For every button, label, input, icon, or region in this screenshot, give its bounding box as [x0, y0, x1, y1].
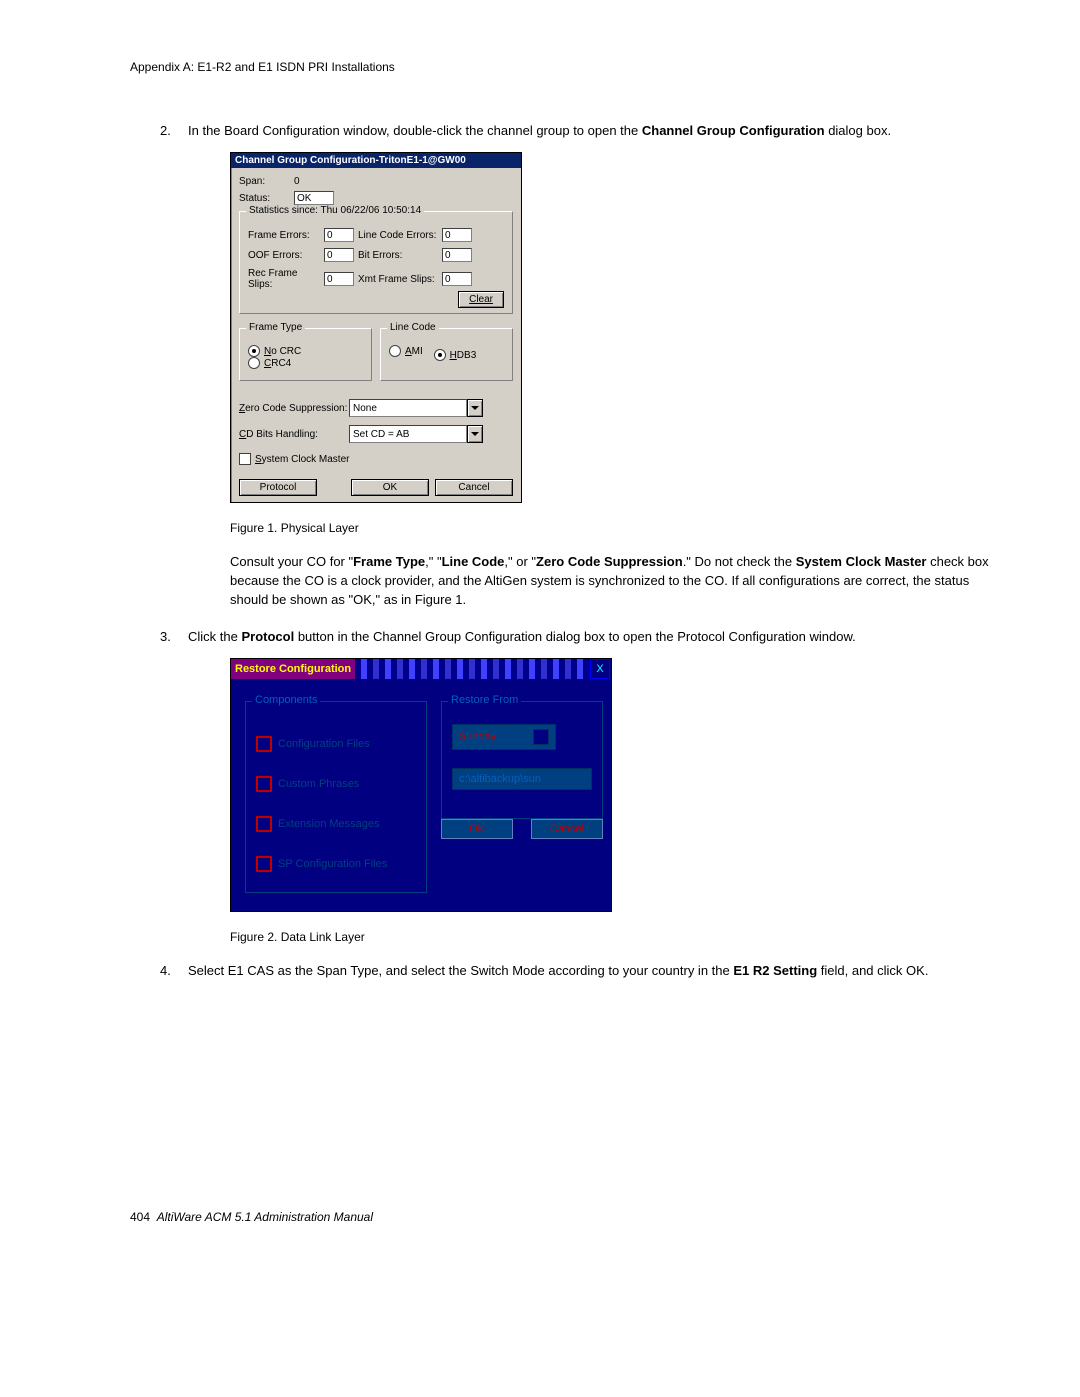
day-dropdown[interactable]: Sunday [452, 724, 556, 750]
restore-ok-button[interactable]: OK [441, 819, 513, 839]
ami-radio[interactable]: AMI [389, 345, 423, 357]
oof-errors-label: OOF Errors: [248, 250, 320, 261]
bit-errors-field: 0 [442, 248, 472, 262]
rec-slips-label: Rec Frame Slips: [248, 268, 320, 290]
line-code-errors-field: 0 [442, 228, 472, 242]
cd-value: Set CD = AB [349, 425, 467, 443]
chevron-down-icon[interactable] [533, 729, 549, 745]
components-group: Components Configuration Files Custom Ph… [245, 701, 427, 893]
status-label: Status: [239, 193, 294, 204]
restore-titlebar: Restore Configuration X [231, 659, 611, 679]
hdb3-radio[interactable]: HDB3 [434, 349, 477, 361]
step-4-text: Select E1 CAS as the Span Type, and sele… [188, 962, 990, 980]
step-3-number: 3. [160, 628, 188, 646]
path-field: c:\altibackup\sun [452, 768, 592, 790]
cancel-button[interactable]: Cancel [435, 479, 513, 496]
rec-slips-field: 0 [324, 272, 354, 286]
clear-button[interactable]: Clear [458, 291, 504, 308]
step-3-text: Click the Protocol button in the Channel… [188, 628, 990, 646]
config-files-checkbox[interactable]: Configuration Files [256, 736, 416, 752]
xmt-slips-field: 0 [442, 272, 472, 286]
zcs-label: Zero Code Suppression: [239, 403, 349, 414]
nocrc-radio[interactable]: No CRC [248, 345, 301, 357]
chevron-down-icon[interactable] [467, 425, 483, 443]
xmt-slips-label: Xmt Frame Slips: [358, 274, 438, 285]
restore-configuration-dialog: Restore Configuration X Components Confi… [230, 658, 612, 912]
close-icon[interactable]: X [590, 659, 610, 679]
paragraph-1: Consult your CO for "Frame Type," "Line … [230, 553, 990, 610]
system-clock-master-checkbox[interactable]: System Clock Master [239, 453, 349, 465]
chevron-down-icon[interactable] [467, 399, 483, 417]
line-code-errors-label: Line Code Errors: [358, 230, 438, 241]
dialog-titlebar: Channel Group Configuration-TritonE1-1@G… [231, 153, 521, 168]
page-header: Appendix A: E1-R2 and E1 ISDN PRI Instal… [130, 60, 990, 74]
span-label: Span: [239, 176, 294, 187]
frame-errors-label: Frame Errors: [248, 230, 320, 241]
cd-label: CD Bits Handling: [239, 429, 349, 440]
figure-1-caption: Figure 1. Physical Layer [230, 521, 990, 535]
page-number: 404 [130, 1210, 150, 1224]
status-field: OK [294, 191, 334, 205]
figure-2-caption: Figure 2. Data Link Layer [230, 930, 990, 944]
zcs-value: None [349, 399, 467, 417]
step-4: 4. Select E1 CAS as the Span Type, and s… [160, 962, 990, 980]
page-footer: 404 AltiWare ACM 5.1 Administration Manu… [130, 1210, 990, 1224]
zcs-dropdown[interactable]: None [349, 399, 483, 417]
span-value: 0 [294, 176, 300, 187]
protocol-button[interactable]: Protocol [239, 479, 317, 496]
cd-dropdown[interactable]: Set CD = AB [349, 425, 483, 443]
bit-errors-label: Bit Errors: [358, 250, 438, 261]
channel-group-dialog: Channel Group Configuration-TritonE1-1@G… [230, 152, 522, 503]
line-code-group: AMI HDB3 [380, 328, 513, 381]
day-value: Sunday [459, 731, 496, 743]
crc4-radio[interactable]: CRC4 [248, 357, 291, 369]
extension-messages-checkbox[interactable]: Extension Messages [256, 816, 416, 832]
frame-errors-field: 0 [324, 228, 354, 242]
custom-phrases-checkbox[interactable]: Custom Phrases [256, 776, 416, 792]
step-2: 2. In the Board Configuration window, do… [160, 122, 990, 140]
titlebar-gradient [355, 659, 589, 679]
restore-from-group-title: Restore From [448, 694, 521, 706]
frame-type-group: No CRC CRC4 [239, 328, 372, 381]
restore-title: Restore Configuration [231, 659, 355, 679]
step-2-number: 2. [160, 122, 188, 140]
ok-button[interactable]: OK [351, 479, 429, 496]
sp-config-files-checkbox[interactable]: SP Configuration Files [256, 856, 416, 872]
step-2-text: In the Board Configuration window, doubl… [188, 122, 990, 140]
restore-from-group: Restore From Sunday c:\altibackup\sun [441, 701, 603, 819]
manual-title: AltiWare ACM 5.1 Administration Manual [157, 1210, 373, 1224]
step-4-number: 4. [160, 962, 188, 980]
components-group-title: Components [252, 694, 320, 706]
oof-errors-field: 0 [324, 248, 354, 262]
statistics-group: Frame Errors: 0 Line Code Errors: 0 OOF … [239, 211, 513, 314]
step-3: 3. Click the Protocol button in the Chan… [160, 628, 990, 646]
restore-cancel-button[interactable]: Cancel [531, 819, 603, 839]
